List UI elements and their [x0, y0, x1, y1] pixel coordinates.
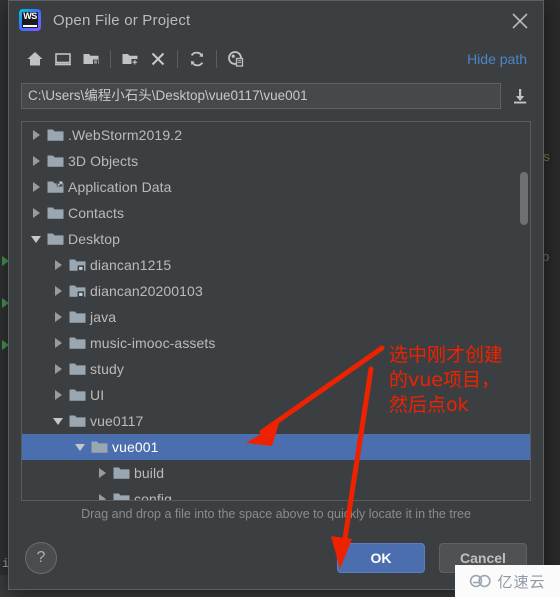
tree-row[interactable]: diancan20200103: [22, 278, 530, 304]
hide-path-link[interactable]: Hide path: [467, 51, 527, 67]
chevron-down-icon[interactable]: [28, 226, 44, 252]
folder-module-icon: [66, 278, 88, 304]
tree-row[interactable]: config: [22, 486, 530, 500]
chevron-right-icon[interactable]: [28, 174, 44, 200]
chevron-right-icon[interactable]: [28, 148, 44, 174]
delete-icon[interactable]: [144, 46, 172, 72]
help-button[interactable]: ?: [25, 542, 57, 574]
folder-icon: [44, 122, 66, 148]
ok-button[interactable]: OK: [337, 543, 425, 573]
tree-scrollbar-thumb[interactable]: [520, 171, 528, 225]
tree-row[interactable]: diancan1215: [22, 252, 530, 278]
folder-icon: [66, 304, 88, 330]
watermark-text: 亿速云: [497, 572, 546, 591]
tree-row[interactable]: UI: [22, 382, 530, 408]
chevron-right-icon[interactable]: [94, 460, 110, 486]
tree-row-label: Contacts: [68, 205, 125, 221]
folder-icon: [66, 408, 88, 434]
tree-row[interactable]: study: [22, 356, 530, 382]
tree-row-label: Application Data: [68, 179, 172, 195]
folder-icon: [110, 460, 132, 486]
chevron-right-icon[interactable]: [28, 200, 44, 226]
chevron-down-icon[interactable]: [72, 434, 88, 460]
folder-icon: [44, 148, 66, 174]
chevron-right-icon[interactable]: [50, 252, 66, 278]
tree-row-label: diancan20200103: [90, 283, 203, 299]
tree-row[interactable]: Desktop: [22, 226, 530, 252]
drag-drop-hint: Drag and drop a file into the space abov…: [81, 507, 471, 521]
dialog-toolbar: Hide path: [9, 39, 543, 79]
toolbar-separator: [216, 50, 217, 68]
new-folder-icon[interactable]: [116, 46, 144, 72]
watermark: 亿速云: [455, 565, 560, 597]
refresh-icon[interactable]: [183, 46, 211, 72]
webstorm-logo-icon: WS: [19, 9, 41, 31]
webstorm-logo-text: WS: [23, 11, 37, 21]
tree-row-selected[interactable]: vue001: [22, 434, 530, 460]
tree-row-label: config: [134, 491, 172, 500]
tree-row[interactable]: vue0117: [22, 408, 530, 434]
chevron-right-icon[interactable]: [50, 382, 66, 408]
folder-module-icon: [66, 252, 88, 278]
tree-row-label: build: [134, 465, 165, 481]
tree-row-label: diancan1215: [90, 257, 172, 273]
chevron-right-icon[interactable]: [50, 304, 66, 330]
chevron-right-icon[interactable]: [50, 330, 66, 356]
tree-row[interactable]: 3D Objects: [22, 148, 530, 174]
file-tree[interactable]: .WebStorm2019.2 3D Objects Application Dat…: [22, 122, 530, 500]
home-icon[interactable]: [21, 46, 49, 72]
folder-icon: [110, 486, 132, 500]
path-input[interactable]: C:\Users\编程小石头\Desktop\vue0117\vue001: [21, 83, 501, 109]
cloud-logo-icon: [470, 574, 492, 588]
chevron-right-icon[interactable]: [50, 278, 66, 304]
tree-row[interactable]: Contacts: [22, 200, 530, 226]
project-folder-icon[interactable]: [77, 46, 105, 72]
folder-icon: [66, 330, 88, 356]
open-file-or-project-dialog: WS Open File or Project Hide path C:\Use…: [8, 0, 544, 590]
file-tree-panel: .WebStorm2019.2 3D Objects Application Dat…: [21, 121, 531, 501]
tree-row-label: .WebStorm2019.2: [68, 127, 183, 143]
chevron-right-icon[interactable]: [50, 356, 66, 382]
download-icon[interactable]: [509, 85, 531, 107]
tree-row-label: study: [90, 361, 124, 377]
show-hidden-icon[interactable]: [222, 46, 250, 72]
dialog-titlebar: WS Open File or Project: [9, 1, 543, 39]
folder-link-icon: [44, 174, 66, 200]
tree-row-label: music-imooc-assets: [90, 335, 216, 351]
chevron-down-icon[interactable]: [50, 408, 66, 434]
tree-row-label: 3D Objects: [68, 153, 139, 169]
tree-row-label: vue0117: [90, 413, 144, 429]
tree-row-label: vue001: [112, 439, 159, 455]
tree-row-label: UI: [90, 387, 105, 403]
tree-row[interactable]: Application Data: [22, 174, 530, 200]
folder-icon: [44, 226, 66, 252]
tree-scrollbar[interactable]: [519, 123, 529, 499]
chevron-right-icon[interactable]: [28, 122, 44, 148]
folder-icon: [66, 382, 88, 408]
tree-row[interactable]: .WebStorm2019.2: [22, 122, 530, 148]
chevron-right-icon[interactable]: [94, 486, 110, 500]
tree-row[interactable]: java: [22, 304, 530, 330]
tree-row-label: java: [90, 309, 117, 325]
path-row: C:\Users\编程小石头\Desktop\vue0117\vue001: [9, 79, 543, 113]
toolbar-separator: [177, 50, 178, 68]
folder-icon: [88, 434, 110, 460]
dialog-title: Open File or Project: [53, 11, 191, 29]
tree-row[interactable]: build: [22, 460, 530, 486]
folder-icon: [66, 356, 88, 382]
tree-row-label: Desktop: [68, 231, 121, 247]
toolbar-separator: [110, 50, 111, 68]
tree-row[interactable]: music-imooc-assets: [22, 330, 530, 356]
folder-icon: [44, 200, 66, 226]
desktop-icon[interactable]: [49, 46, 77, 72]
close-icon[interactable]: [509, 10, 531, 32]
